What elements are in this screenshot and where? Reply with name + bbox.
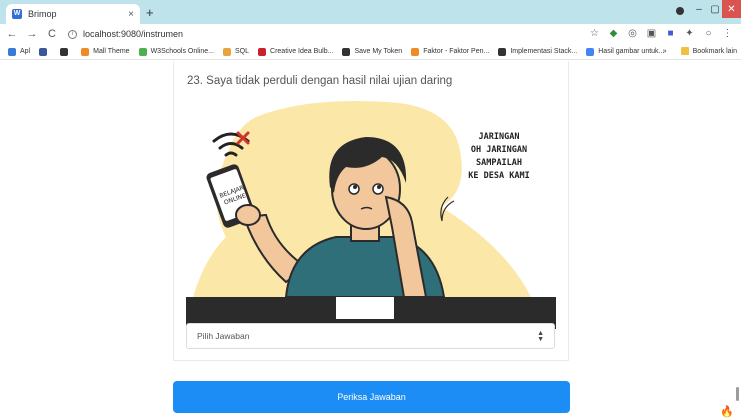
speech-line: SAMPAILAH [476,158,522,168]
bookmark-item[interactable]: Implementasi Stack... [498,47,578,56]
google-icon [586,47,595,56]
pinterest-icon [498,47,507,56]
extension-icon[interactable]: ■ [665,28,676,39]
address-bar[interactable]: i localhost:9080/instrumen [68,29,183,39]
bookmark-item[interactable]: Apl [8,47,31,56]
extension-icon[interactable]: ✦ [684,28,695,39]
site-favicon-icon: W [12,9,22,19]
reload-button[interactable]: C [44,28,60,40]
bookmark-icon [411,47,420,56]
apps-grid-icon [8,47,16,56]
pinterest-icon [258,47,267,56]
new-tab-button[interactable]: + [146,5,154,20]
bookmark-label: Implementasi Stack... [510,48,578,55]
question-illustration: BELAJAR ONLINE JARINGAN OH JARINGAN SAMP… [186,101,556,329]
info-icon[interactable]: i [68,29,77,39]
browser-tab[interactable]: W Brimop × [6,4,140,24]
folder-icon [680,47,689,55]
forward-button[interactable]: → [24,28,40,40]
browser-toolbar: ← → C i localhost:9080/instrumen ☆ ◆ ◎ ▣… [0,24,741,44]
window-minimize-button[interactable]: – [690,0,708,18]
bookmark-item[interactable]: Mall Theme [81,47,130,56]
bookmark-label: SQL [235,48,250,55]
answer-select-value: Pilih Jawaban [197,331,250,341]
bookmark-item[interactable]: Hasil gambar untuk... [586,47,665,56]
extension-icon[interactable]: ◆ [608,28,619,39]
speech-line: JARINGAN [479,132,520,142]
url-text[interactable]: localhost:9080/instrumen [83,29,183,39]
speech-text: JARINGAN OH JARINGAN SAMPAILAH KE DESA K… [468,132,529,181]
bookmark-item[interactable]: W3Schools Online... [138,47,214,56]
profile-icon[interactable] [676,7,684,15]
bookmark-item[interactable] [60,47,72,56]
bookmark-label: Creative Idea Bulb... [270,48,334,55]
bookmark-label: W3Schools Online... [150,48,214,55]
question-text: 23. Saya tidak perduli dengan hasil nila… [187,75,453,87]
bookmark-label: Hasil gambar untuk... [598,48,665,55]
answer-select[interactable]: Pilih Jawaban ▲ ▼ [186,323,555,349]
bookmark-item[interactable]: Creative Idea Bulb... [258,47,334,56]
speech-line: KE DESA KAMI [468,171,529,181]
window-maximize-button[interactable]: ▢ [708,0,722,18]
extension-icon[interactable]: ◎ [627,28,638,39]
bookmark-icon [81,47,90,56]
bookmark-label: Save My Token [354,48,403,55]
back-button[interactable]: ← [4,28,20,40]
speech-line: OH JARINGAN [471,145,527,155]
bookmark-label: Apl [20,48,31,55]
window-close-button[interactable]: ✕ [722,0,741,18]
browser-tab-strip: W Brimop × + – ▢ ✕ [0,0,741,24]
paper [336,297,394,319]
bookmark-label: Faktor - Faktor Pen... [423,48,490,55]
overflow-chevron[interactable]: » [663,48,667,55]
chart-icon [223,47,231,56]
flame-icon: 🔥 [720,406,734,418]
account-icon[interactable]: ○ [703,28,714,39]
bookmarks-overflow[interactable]: » Bookmark lain [663,47,737,55]
w3schools-icon [138,47,147,56]
select-arrows-icon: ▲ ▼ [537,330,544,343]
bookmark-item[interactable]: SQL [223,47,250,56]
star-icon[interactable]: ☆ [589,28,600,39]
bookmark-item[interactable] [39,47,51,56]
globe-icon [342,47,351,56]
facebook-icon [39,47,48,56]
toolbar-extensions: ☆ ◆ ◎ ▣ ■ ✦ ○ ⋮ [589,28,733,39]
github-icon [60,47,69,56]
menu-icon[interactable]: ⋮ [722,28,733,39]
scrollbar-thumb[interactable] [736,387,739,401]
tab-close-icon[interactable]: × [128,9,134,20]
check-answer-button[interactable]: Periksa Jawaban [173,381,570,413]
bookmarks-bar: Apl Mall Theme W3Schools Online... SQL Creat… [0,44,741,60]
bookmark-item[interactable]: Save My Token [342,47,403,56]
tab-title: Brimop [28,9,57,19]
other-bookmarks-label[interactable]: Bookmark lain [693,48,737,55]
page-content: 23. Saya tidak perduli dengan hasil nila… [0,61,741,420]
extension-icon[interactable]: ▣ [646,28,657,39]
bookmark-item[interactable]: Faktor - Faktor Pen... [411,47,490,56]
bookmark-label: Mall Theme [93,48,130,55]
